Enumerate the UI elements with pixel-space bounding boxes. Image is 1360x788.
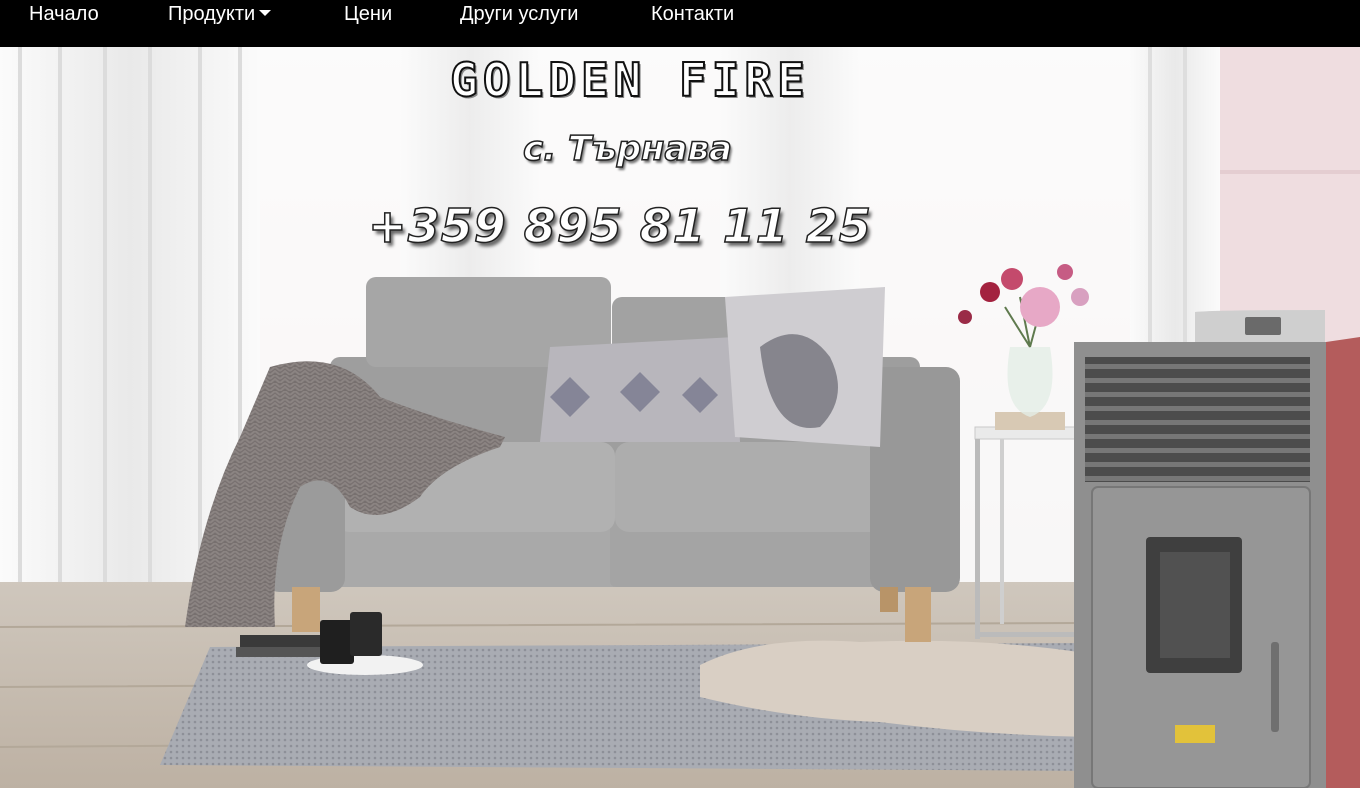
nav-home-link[interactable]: Начало	[29, 3, 99, 26]
nav-prices-link[interactable]: Цени	[344, 3, 392, 26]
nav-products-label: Продукти	[168, 3, 256, 25]
phone-number[interactable]: +359 895 81 11 25	[0, 198, 1360, 254]
nav-other-services-link[interactable]: Други услуги	[460, 3, 578, 26]
caret-down-icon	[259, 10, 272, 16]
nav-contacts-link[interactable]: Контакти	[651, 3, 734, 26]
location-subtitle: с. Търнава	[522, 128, 732, 170]
hero-section: GOLDEN FIRE с. Търнава +359 895 81 11 25	[0, 47, 1360, 788]
site-title: GOLDEN FIRE	[449, 52, 810, 108]
pellet-stove-image	[1074, 310, 1360, 788]
nav-products-dropdown[interactable]: Продукти	[168, 3, 272, 26]
top-navbar: Начало Продукти Цени Други услуги Контак…	[0, 0, 1360, 47]
